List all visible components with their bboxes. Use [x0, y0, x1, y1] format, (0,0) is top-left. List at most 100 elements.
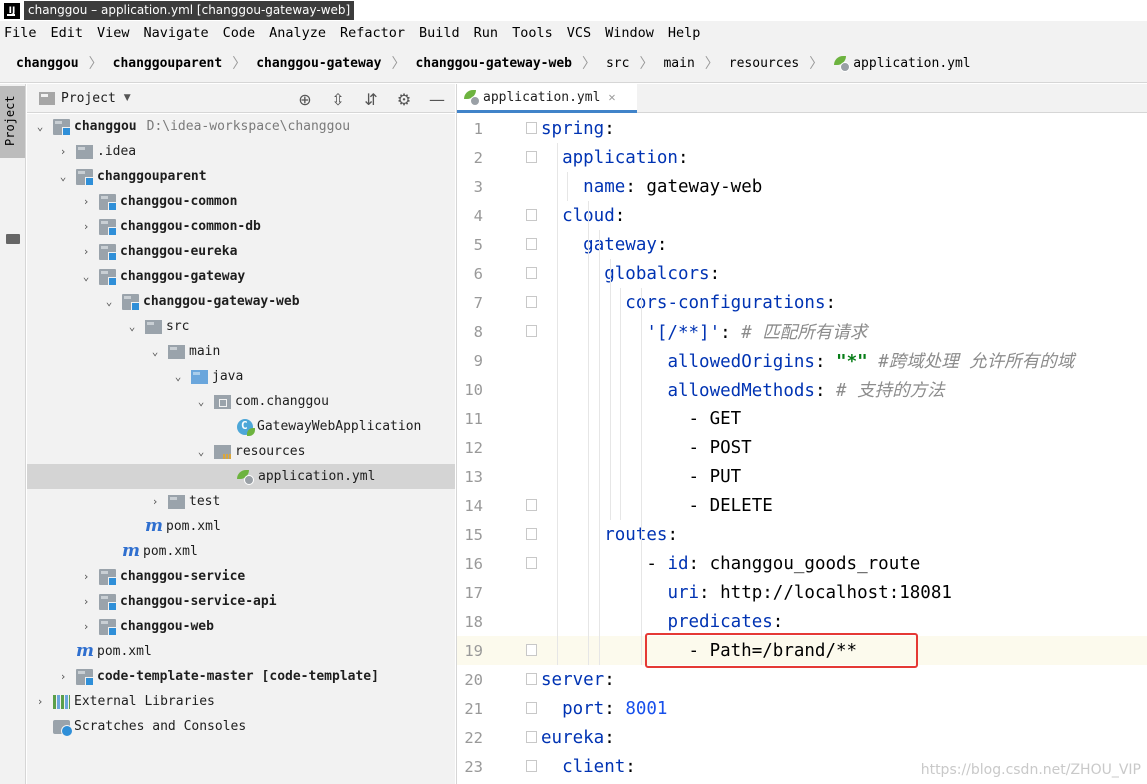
- chevron-down-icon[interactable]: ⌄: [79, 270, 93, 283]
- tree-item[interactable]: Scratches and Consoles: [27, 714, 455, 739]
- fold-marker-icon[interactable]: [526, 557, 537, 569]
- breadcrumb-item[interactable]: resources: [729, 56, 799, 71]
- tree-item[interactable]: m pom.xml: [27, 639, 455, 664]
- menu-vcs[interactable]: VCS: [567, 25, 591, 41]
- code-area[interactable]: 1 spring: 2 application: 3 name: gateway-we…: [457, 114, 1147, 784]
- tree-item[interactable]: ⌄ changgouparent: [27, 164, 455, 189]
- minimize-icon[interactable]: —: [427, 89, 447, 109]
- tree-item[interactable]: application.yml: [27, 464, 455, 489]
- tree-item[interactable]: ⌄ changgou-gateway: [27, 264, 455, 289]
- chevron-down-icon[interactable]: ▼: [124, 93, 131, 103]
- tree-item[interactable]: ⌄ resources: [27, 439, 455, 464]
- tree-item[interactable]: › changgou-service: [27, 564, 455, 589]
- chevron-down-icon[interactable]: ⌄: [148, 345, 162, 358]
- menu-window[interactable]: Window: [605, 25, 654, 41]
- chevron-down-icon[interactable]: ⌄: [56, 170, 70, 183]
- code-token: :: [604, 669, 615, 690]
- breadcrumb-item[interactable]: src: [606, 56, 629, 71]
- tree-item[interactable]: › changgou-service-api: [27, 589, 455, 614]
- code-line: 11 - GET: [457, 404, 1147, 433]
- breadcrumb-item[interactable]: changgou-gateway: [256, 56, 381, 71]
- breadcrumb-item[interactable]: changgouparent: [113, 56, 223, 71]
- chevron-right-icon[interactable]: ›: [56, 145, 70, 158]
- menu-build[interactable]: Build: [419, 25, 460, 41]
- fold-marker-icon[interactable]: [526, 528, 537, 540]
- editor: application.yml ✕ 1 spring: 2 application:…: [456, 84, 1147, 784]
- chevron-right-icon[interactable]: ›: [148, 495, 162, 508]
- breadcrumb-item[interactable]: main: [663, 56, 694, 71]
- code-token: :: [656, 234, 668, 255]
- fold-marker-icon[interactable]: [526, 267, 537, 279]
- fold-marker-icon[interactable]: [526, 151, 537, 163]
- fold-marker-icon[interactable]: [526, 702, 537, 714]
- breadcrumb-item[interactable]: changgou: [16, 56, 79, 71]
- fold-marker-icon[interactable]: [526, 499, 537, 511]
- menu-code[interactable]: Code: [223, 25, 256, 41]
- locate-icon[interactable]: ⊕: [295, 89, 315, 109]
- chevron-right-icon[interactable]: ›: [79, 245, 93, 258]
- fold-marker-icon[interactable]: [526, 209, 537, 221]
- tree-item[interactable]: › test: [27, 489, 455, 514]
- fold-marker-icon[interactable]: [526, 238, 537, 250]
- expand-all-icon[interactable]: ⇳: [328, 89, 348, 109]
- tree-item[interactable]: › code-template-master [code-template]: [27, 664, 455, 689]
- menu-navigate[interactable]: Navigate: [144, 25, 209, 41]
- chevron-down-icon[interactable]: ⌄: [171, 370, 185, 383]
- folder-icon[interactable]: [6, 234, 20, 244]
- code-line: 21 port: 8001: [457, 694, 1147, 723]
- menu-help[interactable]: Help: [668, 25, 701, 41]
- tree-item[interactable]: m pom.xml: [27, 539, 455, 564]
- tree-item[interactable]: ⌄ changgou D:\idea-workspace\changgou: [27, 114, 455, 139]
- editor-tabs: application.yml ✕: [457, 84, 1147, 113]
- chevron-right-icon[interactable]: ›: [79, 570, 93, 583]
- tree-item[interactable]: › changgou-common-db: [27, 214, 455, 239]
- fold-marker-icon[interactable]: [526, 325, 537, 337]
- fold-marker-icon[interactable]: [526, 296, 537, 308]
- close-icon[interactable]: ✕: [608, 90, 615, 104]
- tree-item[interactable]: ⌄ changgou-gateway-web: [27, 289, 455, 314]
- tree-item[interactable]: › changgou-web: [27, 614, 455, 639]
- project-view-selector[interactable]: Project: [61, 91, 116, 106]
- collapse-all-icon[interactable]: ⇵: [361, 89, 381, 109]
- tree-item[interactable]: › changgou-eureka: [27, 239, 455, 264]
- project-side-tab[interactable]: Project: [0, 86, 25, 158]
- chevron-down-icon[interactable]: ⌄: [125, 320, 139, 333]
- chevron-right-icon[interactable]: ›: [79, 195, 93, 208]
- chevron-down-icon[interactable]: ⌄: [102, 295, 116, 308]
- chevron-down-icon[interactable]: ⌄: [33, 120, 47, 133]
- fold-marker-icon[interactable]: [526, 760, 537, 772]
- tree-item[interactable]: GatewayWebApplication: [27, 414, 455, 439]
- chevron-right-icon[interactable]: ›: [56, 670, 70, 683]
- tree-item[interactable]: ⌄ com.changgou: [27, 389, 455, 414]
- menu-file[interactable]: File: [4, 25, 37, 41]
- fold-marker-icon[interactable]: [526, 731, 537, 743]
- tab-application-yml[interactable]: application.yml ✕: [457, 84, 637, 113]
- tree-item[interactable]: › External Libraries: [27, 689, 455, 714]
- chevron-right-icon[interactable]: ›: [79, 595, 93, 608]
- breadcrumb-item[interactable]: application.yml: [853, 56, 970, 71]
- tree-item[interactable]: m pom.xml: [27, 514, 455, 539]
- menu-edit[interactable]: Edit: [51, 25, 84, 41]
- code-token: "*": [836, 352, 868, 372]
- fold-marker-icon[interactable]: [526, 673, 537, 685]
- menu-refactor[interactable]: Refactor: [340, 25, 405, 41]
- fold-marker-icon[interactable]: [526, 122, 537, 134]
- fold-marker-icon[interactable]: [526, 644, 537, 656]
- tree-item[interactable]: › .idea: [27, 139, 455, 164]
- code-line: 17 uri: http://localhost:18081: [457, 578, 1147, 607]
- chevron-down-icon[interactable]: ⌄: [194, 395, 208, 408]
- tree-item[interactable]: ⌄ java: [27, 364, 455, 389]
- chevron-right-icon[interactable]: ›: [79, 220, 93, 233]
- chevron-right-icon[interactable]: ›: [79, 620, 93, 633]
- menu-analyze[interactable]: Analyze: [269, 25, 326, 41]
- menu-run[interactable]: Run: [474, 25, 498, 41]
- menu-view[interactable]: View: [97, 25, 130, 41]
- chevron-right-icon[interactable]: ›: [33, 695, 47, 708]
- breadcrumb-item[interactable]: changgou-gateway-web: [415, 56, 572, 71]
- menu-tools[interactable]: Tools: [512, 25, 553, 41]
- chevron-down-icon[interactable]: ⌄: [194, 445, 208, 458]
- gear-icon[interactable]: ⚙: [394, 89, 414, 109]
- tree-item[interactable]: ⌄ src: [27, 314, 455, 339]
- tree-item[interactable]: › changgou-common: [27, 189, 455, 214]
- tree-item[interactable]: ⌄ main: [27, 339, 455, 364]
